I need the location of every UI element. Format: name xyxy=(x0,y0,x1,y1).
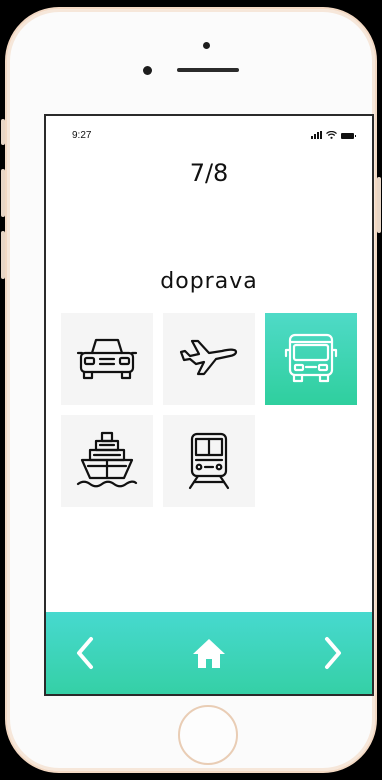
battery-icon xyxy=(341,133,356,139)
wifi-icon xyxy=(326,131,337,139)
chevron-right-icon xyxy=(325,637,341,669)
next-button[interactable] xyxy=(314,634,352,672)
airplane-icon xyxy=(179,339,238,376)
answer-tile-train[interactable] xyxy=(163,415,255,507)
answer-tile-airplane[interactable] xyxy=(163,313,255,405)
mute-switch xyxy=(1,119,5,145)
home-button-nav[interactable] xyxy=(190,634,228,672)
phone-frame: 9:27 7/8 doprava xyxy=(1,7,381,773)
answer-tile-ship[interactable] xyxy=(61,415,153,507)
physical-home-button[interactable] xyxy=(178,705,238,765)
earpiece-speaker xyxy=(177,68,239,72)
status-icons xyxy=(311,131,356,139)
app-screen: 9:27 7/8 doprava xyxy=(44,114,374,696)
signal-icon xyxy=(311,131,322,139)
home-icon xyxy=(193,639,225,668)
proximity-sensor xyxy=(203,42,210,49)
volume-up-button xyxy=(1,169,5,217)
front-camera xyxy=(143,66,152,75)
bus-icon xyxy=(284,333,338,383)
previous-button[interactable] xyxy=(66,634,104,672)
train-icon xyxy=(188,432,230,490)
category-title: doprava xyxy=(160,269,258,294)
ship-icon xyxy=(76,431,138,488)
chevron-left-icon xyxy=(77,637,93,669)
car-icon xyxy=(76,338,138,380)
answer-tile-car[interactable] xyxy=(61,313,153,405)
status-time: 9:27 xyxy=(72,130,92,141)
power-button xyxy=(377,177,381,233)
bottom-navigation-bar xyxy=(46,612,372,694)
question-progress: 7/8 xyxy=(189,159,229,187)
volume-down-button xyxy=(1,231,5,279)
answer-tile-bus[interactable] xyxy=(265,313,357,405)
